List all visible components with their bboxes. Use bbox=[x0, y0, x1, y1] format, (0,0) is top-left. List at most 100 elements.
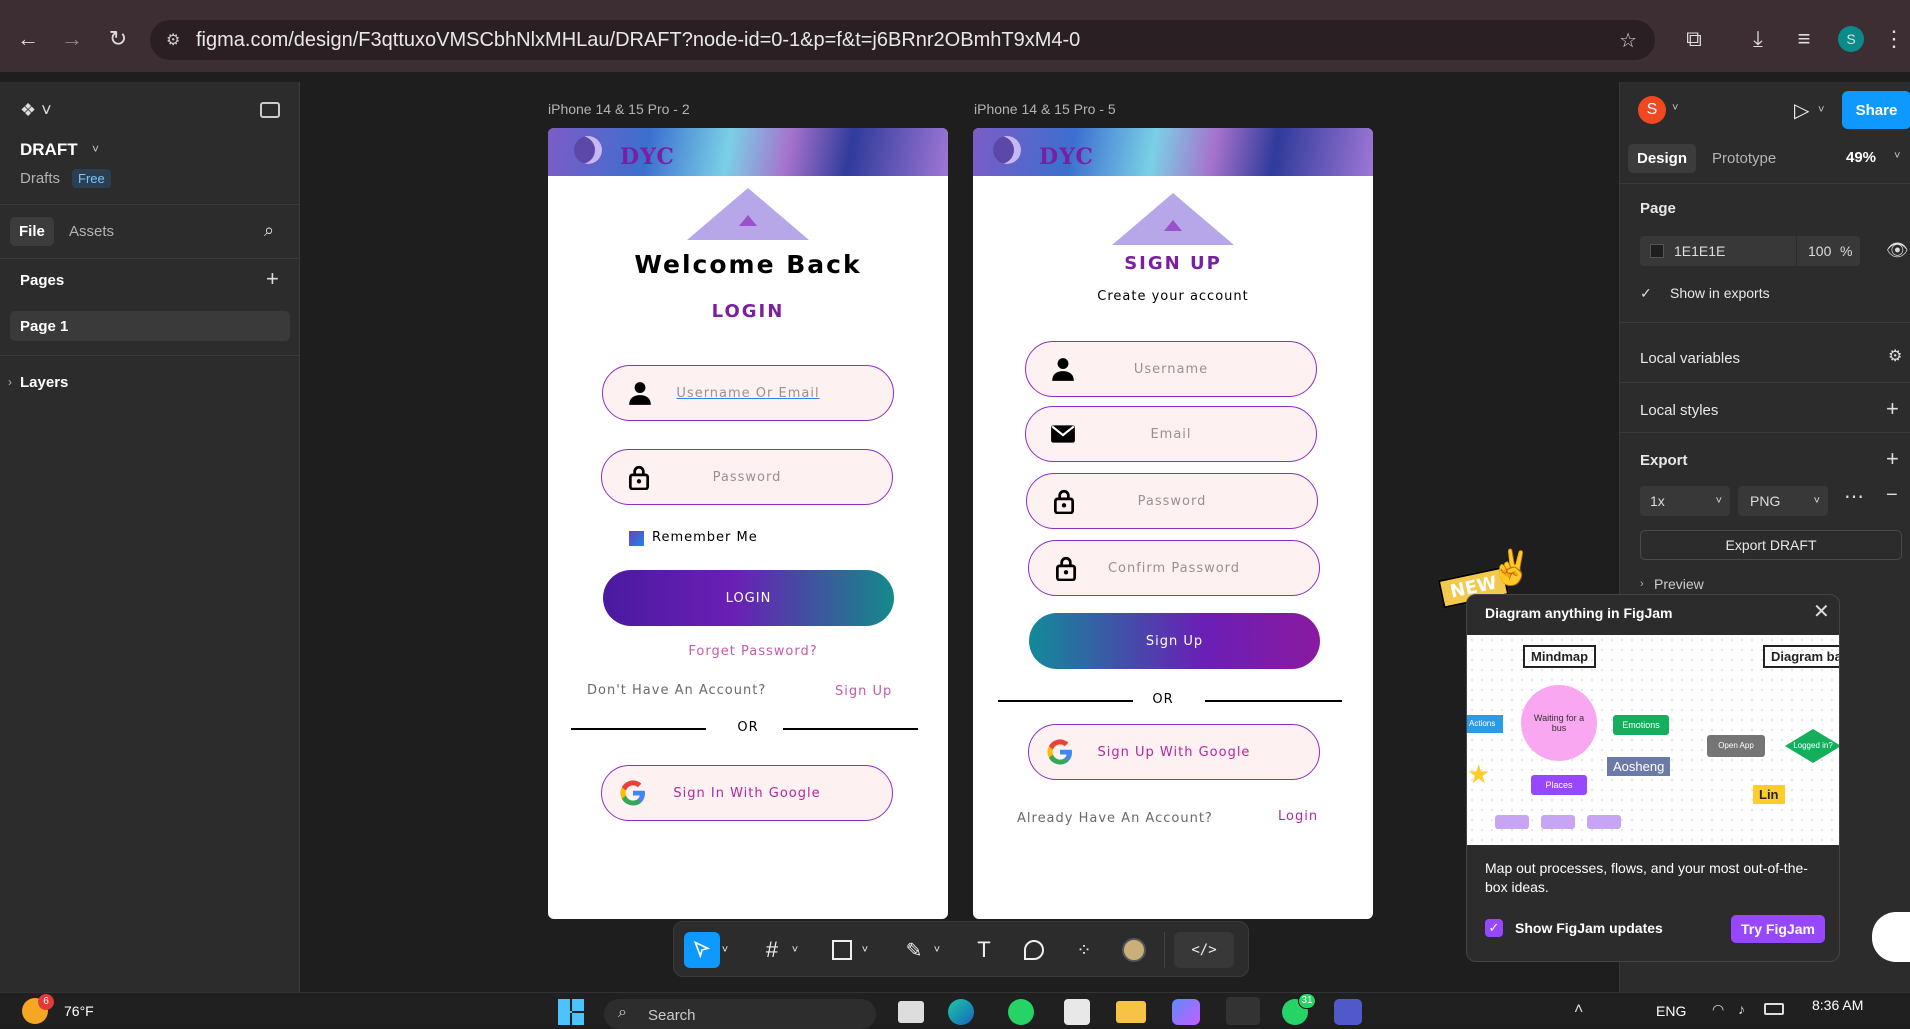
page-color-field[interactable]: 1E1E1E 100 % bbox=[1640, 236, 1860, 266]
clock-time[interactable]: 8:36 AM bbox=[1812, 997, 1863, 1013]
page-item-page-1[interactable]: Page 1 bbox=[10, 311, 290, 341]
tab-file[interactable]: File bbox=[10, 217, 54, 246]
export-button[interactable]: Export DRAFT bbox=[1640, 530, 1902, 560]
present-play-icon[interactable]: ▷ bbox=[1794, 98, 1809, 123]
tray-chevron-icon[interactable]: ˄ bbox=[1574, 1001, 1583, 1019]
signup-link[interactable]: Sign Up bbox=[835, 684, 892, 699]
present-chevron-icon[interactable]: ˅ bbox=[1818, 104, 1824, 116]
store-icon[interactable] bbox=[1064, 999, 1090, 1025]
local-variables-label[interactable]: Local variables bbox=[1640, 350, 1740, 367]
variables-settings-icon[interactable]: ⚙ bbox=[1888, 346, 1902, 366]
show-exports-checkbox[interactable]: ✓ bbox=[1640, 285, 1652, 302]
copilot-icon[interactable] bbox=[1172, 999, 1200, 1025]
toggle-sidebar-icon[interactable] bbox=[260, 102, 280, 118]
google-signup-button[interactable]: Sign Up With Google bbox=[1028, 724, 1320, 780]
language-indicator[interactable]: ENG bbox=[1656, 1003, 1686, 1019]
back-icon[interactable]: ← bbox=[14, 25, 42, 53]
preview-chevron-icon[interactable]: › bbox=[1640, 578, 1644, 590]
share-button[interactable]: Share bbox=[1842, 91, 1910, 129]
avatar-chevron-icon[interactable]: ˅ bbox=[1672, 102, 1678, 114]
google-signin-button[interactable]: Sign In With Google bbox=[601, 765, 893, 821]
task-view-icon[interactable] bbox=[898, 1001, 924, 1023]
try-figjam-button[interactable]: Try FigJam bbox=[1731, 915, 1825, 943]
move-tool-icon[interactable] bbox=[684, 932, 720, 968]
drafts-label[interactable]: Drafts bbox=[20, 170, 60, 187]
pen-tool-icon[interactable]: ✎ bbox=[896, 932, 932, 968]
dev-mode-toggle-icon[interactable]: </> bbox=[1174, 932, 1234, 968]
file-name[interactable]: DRAFT bbox=[20, 140, 78, 160]
wifi-icon[interactable]: ◠ bbox=[1712, 1001, 1724, 1018]
export-scale-select[interactable]: 1x ˅ bbox=[1640, 486, 1730, 516]
zoom-chevron-icon[interactable]: ˅ bbox=[1894, 150, 1900, 162]
forward-icon[interactable]: → bbox=[58, 25, 86, 53]
frame-label-1[interactable]: iPhone 14 & 15 Pro - 2 bbox=[548, 101, 690, 117]
login-link[interactable]: Login bbox=[1278, 809, 1318, 824]
tab-design[interactable]: Design bbox=[1628, 144, 1697, 173]
add-style-icon[interactable]: + bbox=[1886, 396, 1899, 422]
signup-frame[interactable]: DYC SIGN UP Create your account Username… bbox=[973, 128, 1373, 919]
site-info-icon[interactable]: ⚙ bbox=[166, 30, 180, 50]
move-tool-chevron-icon[interactable]: ˅ bbox=[718, 932, 732, 968]
file-explorer-icon[interactable] bbox=[1116, 1001, 1146, 1023]
teams-icon[interactable] bbox=[1334, 999, 1362, 1025]
add-export-icon[interactable]: + bbox=[1886, 446, 1899, 472]
username-field[interactable]: Username Or Email bbox=[602, 365, 894, 421]
add-page-icon[interactable]: + bbox=[266, 266, 279, 292]
signup-password-field[interactable]: Password bbox=[1026, 473, 1318, 529]
color-swatch[interactable] bbox=[1650, 244, 1664, 258]
volume-icon[interactable]: ♪ bbox=[1738, 1001, 1745, 1017]
figma-menu-icon[interactable]: ❖ ˅ bbox=[20, 100, 52, 121]
login-button[interactable]: LOGIN bbox=[603, 570, 894, 626]
battery-icon[interactable] bbox=[1764, 1003, 1784, 1015]
rectangle-tool-icon[interactable] bbox=[824, 932, 860, 968]
forgot-password-link[interactable]: Forget Password? bbox=[548, 644, 948, 659]
actions-tool-icon[interactable]: ⁘ bbox=[1066, 932, 1102, 968]
url-field[interactable]: ⚙ figma.com/design/F3qttuxoVMSCbhNlxMHLa… bbox=[150, 20, 1655, 60]
show-updates-checkbox[interactable]: ✓ bbox=[1485, 919, 1503, 937]
preview-label[interactable]: Preview bbox=[1654, 576, 1704, 592]
media-control-icon[interactable]: ≡ bbox=[1790, 25, 1818, 53]
confirm-password-field[interactable]: Confirm Password bbox=[1028, 540, 1320, 596]
extensions-icon[interactable]: ⧉ bbox=[1680, 25, 1708, 53]
local-styles-label[interactable]: Local styles bbox=[1640, 402, 1718, 419]
profile-avatar[interactable]: S bbox=[1838, 26, 1864, 52]
close-icon[interactable]: ✕ bbox=[1813, 599, 1830, 624]
export-more-icon[interactable]: ⋯ bbox=[1844, 484, 1864, 509]
signup-button[interactable]: Sign Up bbox=[1029, 613, 1320, 669]
assistant-launcher-icon[interactable] bbox=[1872, 912, 1910, 962]
download-icon[interactable]: ⤓ bbox=[1744, 25, 1772, 53]
tab-assets[interactable]: Assets bbox=[69, 223, 114, 240]
user-avatar[interactable]: S bbox=[1638, 96, 1666, 124]
frame-tool-icon[interactable]: # bbox=[754, 932, 790, 968]
menu-icon[interactable]: ⋮ bbox=[1880, 25, 1908, 53]
login-subtitle: LOGIN bbox=[711, 301, 785, 322]
edge-browser-icon[interactable] bbox=[948, 999, 974, 1025]
password-field[interactable]: Password bbox=[601, 449, 893, 505]
remove-export-icon[interactable]: − bbox=[1886, 484, 1898, 507]
export-format-select[interactable]: PNG ˅ bbox=[1738, 486, 1828, 516]
reload-icon[interactable]: ↻ bbox=[104, 25, 132, 53]
windows-start-icon[interactable] bbox=[558, 999, 584, 1025]
layers-chevron-icon[interactable]: › bbox=[8, 375, 12, 389]
search-icon[interactable]: ⌕ bbox=[264, 220, 274, 241]
taskbar-search[interactable]: ⌕ Search bbox=[604, 999, 876, 1029]
frame-label-2[interactable]: iPhone 14 & 15 Pro - 5 bbox=[974, 101, 1116, 117]
layers-label[interactable]: Layers bbox=[20, 374, 68, 391]
text-tool-icon[interactable]: T bbox=[966, 932, 1002, 968]
login-frame[interactable]: DYC Welcome Back LOGIN Username Or Email… bbox=[548, 128, 948, 919]
eye-visibility-icon[interactable]: 👁 bbox=[1886, 240, 1909, 261]
frame-tool-chevron-icon[interactable]: ˅ bbox=[788, 932, 802, 968]
signup-username-field[interactable]: Username bbox=[1025, 341, 1317, 397]
bookmark-star-icon[interactable]: ☆ bbox=[1619, 28, 1637, 53]
shape-tool-chevron-icon[interactable]: ˅ bbox=[858, 932, 872, 968]
file-menu-chevron-icon[interactable]: ˅ bbox=[92, 142, 99, 156]
signup-email-field[interactable]: Email bbox=[1025, 406, 1317, 462]
chrome-taskbar-icon[interactable] bbox=[1226, 997, 1260, 1025]
tab-prototype[interactable]: Prototype bbox=[1712, 150, 1776, 167]
plugin-avatar-icon[interactable] bbox=[1116, 932, 1152, 968]
zoom-level[interactable]: 49% bbox=[1846, 149, 1876, 166]
whatsapp-icon[interactable] bbox=[1008, 999, 1034, 1025]
comment-tool-icon[interactable] bbox=[1016, 932, 1052, 968]
pen-tool-chevron-icon[interactable]: ˅ bbox=[930, 932, 944, 968]
remember-checkbox[interactable] bbox=[629, 531, 644, 546]
